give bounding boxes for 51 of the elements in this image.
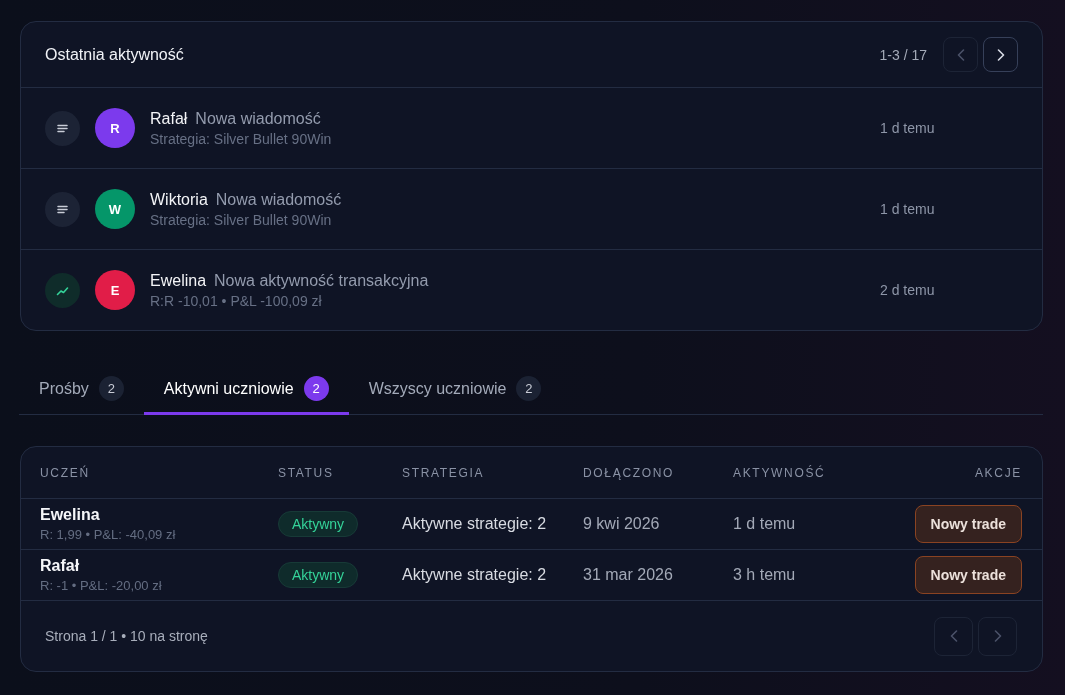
panel-title: Ostatnia aktywność xyxy=(45,45,184,64)
activity-detail: Strategia: Silver Bullet 90Win xyxy=(150,130,332,147)
activity-time: 1 d temu xyxy=(880,201,935,217)
activity-detail: Strategia: Silver Bullet 90Win xyxy=(150,211,332,228)
chevron-right-icon xyxy=(993,630,1002,642)
column-header: STRATEGIA xyxy=(402,465,485,480)
student-name: Rafał xyxy=(40,557,80,575)
activity-time: 2 d temu xyxy=(880,282,935,298)
tab[interactable]: Prośby 2 xyxy=(19,365,144,415)
next-page-button[interactable] xyxy=(983,37,1018,72)
page-info: Strona 1 / 1 • 10 na stronę xyxy=(45,628,208,644)
column-header: AKCJE xyxy=(974,465,1022,480)
count-badge: 2 xyxy=(516,376,542,401)
activity-time: 3 h temu xyxy=(733,566,796,584)
column-header: DOŁĄCZONO xyxy=(583,465,675,480)
user-name: Ewelina xyxy=(150,271,207,290)
activity-text: Nowa wiadomość xyxy=(215,190,342,209)
column-header: AKTYWNOŚĆ xyxy=(733,465,826,480)
count-badge: 2 xyxy=(98,376,124,401)
avatar: E xyxy=(95,270,135,310)
student-stats: R: 1,99 • P&L: -40,09 zł xyxy=(40,527,176,542)
status-badge: Aktywny xyxy=(278,562,359,588)
activity-time: 1 d temu xyxy=(733,515,796,533)
activity-time: 1 d temu xyxy=(880,120,935,136)
count-badge: 2 xyxy=(303,376,329,401)
text-lines-icon xyxy=(45,110,80,146)
activity-text: Nowa aktywność transakcyjna xyxy=(214,271,429,290)
user-name: Wiktoria xyxy=(150,190,208,209)
strategy-text: Aktywne strategie: 2 xyxy=(402,566,547,584)
tab[interactable]: Wszyscy uczniowie 2 xyxy=(348,365,562,415)
new-trade-button[interactable]: Nowy trade xyxy=(914,556,1022,594)
tab[interactable]: Aktywni uczniowie 2 xyxy=(143,365,349,415)
chevron-left-icon xyxy=(949,630,958,642)
status-badge: Aktywny xyxy=(278,511,359,537)
user-name: Rafał xyxy=(150,109,188,128)
column-header: STATUS xyxy=(278,465,334,480)
avatar: R xyxy=(95,108,135,148)
activity-detail: R:R -10,01 • P&L -100,09 zł xyxy=(150,292,322,309)
avatar: W xyxy=(95,189,135,229)
join-date: 31 mar 2026 xyxy=(583,566,673,584)
strategy-text: Aktywne strategie: 2 xyxy=(402,515,547,533)
activity-text: Nowa wiadomość xyxy=(195,109,321,128)
new-trade-button[interactable]: Nowy trade xyxy=(914,505,1022,543)
join-date: 9 kwi 2026 xyxy=(583,515,660,533)
text-lines-icon xyxy=(45,191,80,227)
range-label: 1-3 / 17 xyxy=(879,46,927,63)
column-header: UCZEŃ xyxy=(40,465,90,480)
chevron-left-icon xyxy=(956,48,965,61)
student-name: Ewelina xyxy=(40,506,100,524)
student-stats: R: -1 • P&L: -20,00 zł xyxy=(40,578,162,593)
chevron-right-icon xyxy=(996,48,1005,61)
